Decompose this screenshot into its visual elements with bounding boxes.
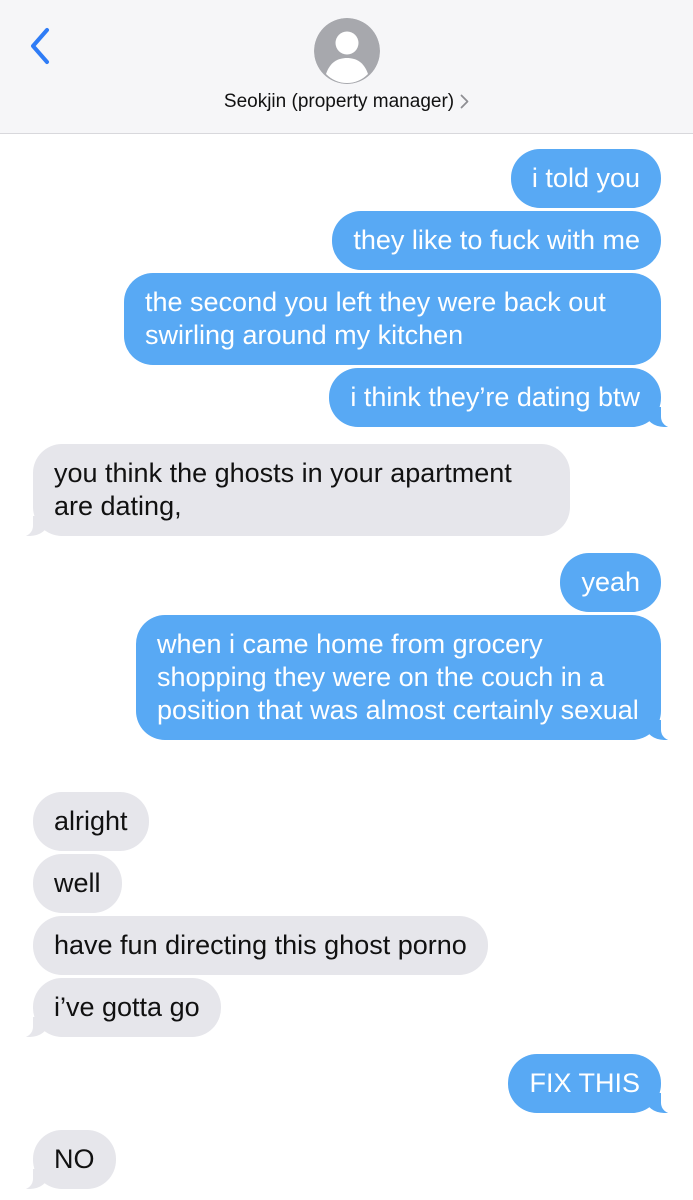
incoming-message[interactable]: you think the ghosts in your apartment a… [17,444,570,537]
incoming-message[interactable]: well [33,854,122,913]
contact-name: Seokjin (property manager) [223,91,455,112]
incoming-message[interactable]: have fun directing this ghost porno [33,916,488,975]
outgoing-message[interactable]: i told you [510,149,661,208]
contact-avatar[interactable] [314,18,380,84]
outgoing-message[interactable]: yeah [560,553,661,612]
outgoing-message[interactable]: the second you left they were back out s… [124,273,661,365]
incoming-message[interactable]: alright [33,792,149,851]
incoming-message[interactable]: i’ve gotta go [17,978,221,1038]
outgoing-message[interactable]: when i came home from grocery shopping t… [136,615,677,741]
outgoing-message[interactable]: FIX THIS [508,1054,677,1114]
conversation-header: Seokjin (property manager) [0,0,693,134]
person-icon [314,18,380,84]
outgoing-message[interactable]: i think they’re dating btw [329,368,677,428]
chevron-right-icon [460,95,469,109]
back-button[interactable] [22,24,58,68]
chevron-left-icon [31,28,49,64]
outgoing-message[interactable]: they like to fuck with me [332,211,661,270]
incoming-message[interactable]: NO [17,1130,116,1190]
contact-name-row[interactable]: Seokjin (property manager) [0,91,693,113]
